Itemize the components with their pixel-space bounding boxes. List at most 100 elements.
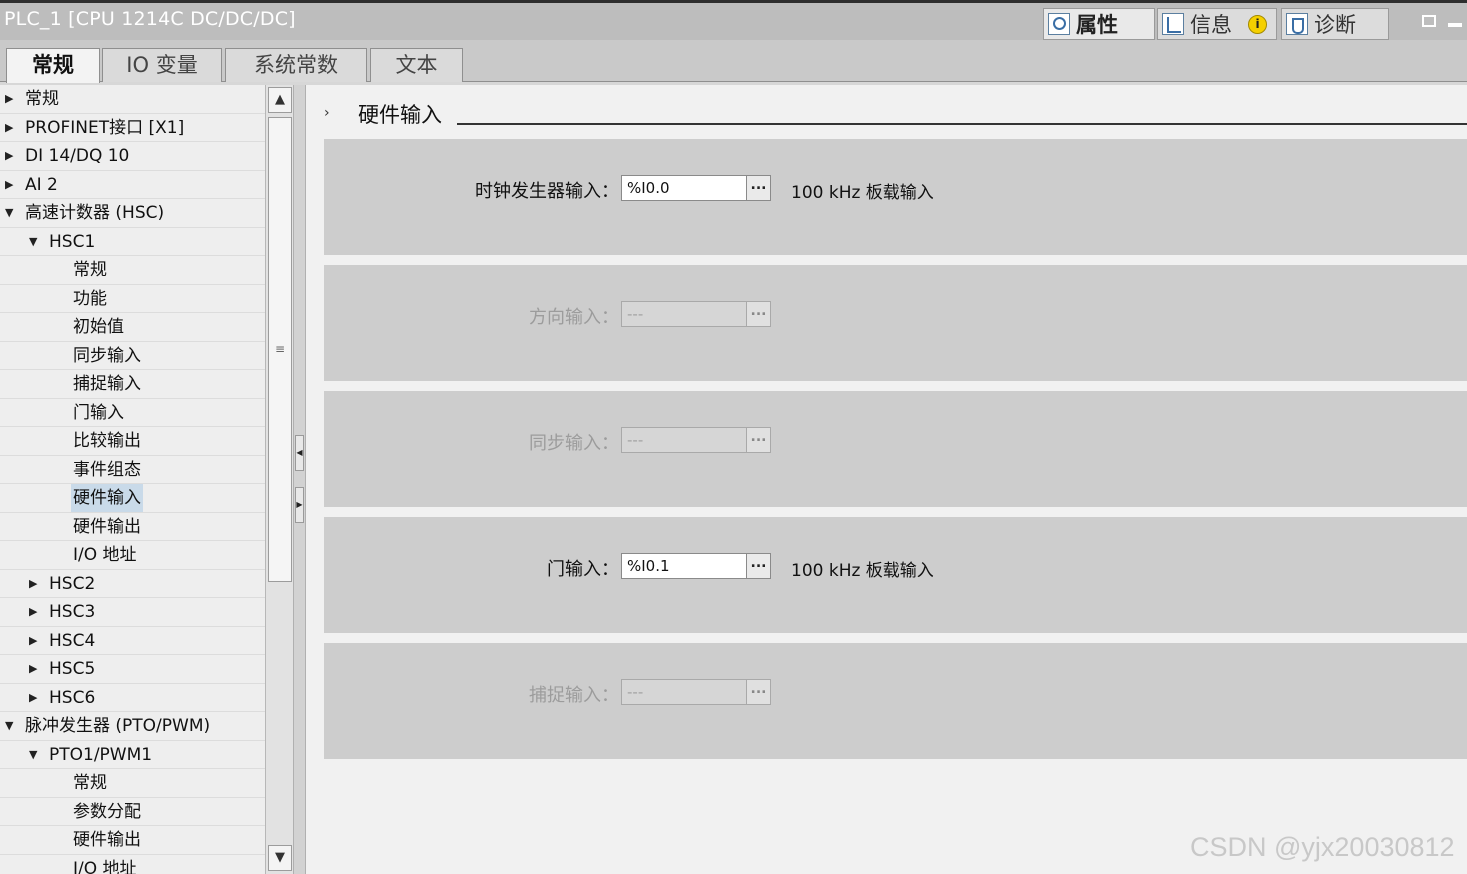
- direction-input-field[interactable]: --- ...: [621, 301, 771, 327]
- tree-item[interactable]: 硬件输出: [0, 513, 265, 541]
- tree-item[interactable]: I/O 地址: [0, 541, 265, 570]
- expanded-arrow-icon[interactable]: ▼: [29, 228, 41, 256]
- capture-input-field[interactable]: --- ...: [621, 679, 771, 705]
- restore-window-icon[interactable]: [1422, 15, 1436, 27]
- tree-item[interactable]: 门输入: [0, 399, 265, 427]
- tree-item[interactable]: 事件组态: [0, 456, 265, 484]
- tree-item[interactable]: 功能: [0, 285, 265, 313]
- tree-item[interactable]: ▶ HSC6: [0, 684, 265, 712]
- tree-item-label: 比较输出: [73, 431, 141, 451]
- collapsed-arrow-icon[interactable]: ▶: [29, 570, 41, 598]
- tree-item[interactable]: ▶ HSC2: [0, 570, 265, 598]
- tree-item[interactable]: ▼ HSC1: [0, 228, 265, 256]
- tree-item[interactable]: ▶ HSC3: [0, 598, 265, 627]
- tree-item-label: 常规: [73, 773, 107, 793]
- tab-diagnostics[interactable]: 诊断: [1281, 8, 1389, 40]
- tree-item[interactable]: ▶ PROFINET接口 [X1]: [0, 114, 265, 142]
- scroll-thumb[interactable]: ≡: [268, 117, 292, 582]
- tree-item-label: HSC4: [49, 630, 96, 651]
- tree-item[interactable]: 捕捉输入: [0, 370, 265, 399]
- info-badge-icon: i: [1248, 14, 1267, 34]
- tree-item-label: HSC3: [49, 602, 96, 622]
- tab-properties[interactable]: 属性: [1043, 8, 1155, 40]
- clock-input-field[interactable]: %I0.0 ...: [621, 175, 771, 201]
- tab-info[interactable]: 信息 i: [1157, 8, 1277, 40]
- scroll-down-button[interactable]: ▼: [268, 845, 292, 871]
- collapsed-arrow-icon[interactable]: ▶: [29, 598, 41, 626]
- window-title: PLC_1 [CPU 1214C DC/DC/DC]: [4, 8, 296, 30]
- capture-input-panel: 捕捉输入： --- ...: [324, 643, 1467, 759]
- expanded-arrow-icon[interactable]: ▼: [29, 741, 41, 769]
- clock-input-value: %I0.0: [627, 179, 670, 197]
- tree-item[interactable]: ▼ PTO1/PWM1: [0, 741, 265, 769]
- expanded-arrow-icon[interactable]: ▼: [5, 199, 17, 227]
- tree-item[interactable]: 常规: [0, 256, 265, 285]
- collapsed-arrow-icon[interactable]: ▶: [29, 655, 41, 683]
- tab-info-label: 信息: [1190, 13, 1232, 37]
- minimize-window-icon[interactable]: [1448, 23, 1462, 27]
- tree-item[interactable]: 同步输入: [0, 342, 265, 370]
- tree-item[interactable]: ▼ 脉冲发生器 (PTO/PWM): [0, 712, 265, 741]
- tree-item[interactable]: 初始值: [0, 313, 265, 342]
- tree-item-label: 门输入: [73, 402, 124, 423]
- gate-input-field[interactable]: %I0.1 ...: [621, 553, 771, 579]
- collapse-left-icon[interactable]: ◀: [295, 435, 304, 471]
- expand-right-icon[interactable]: ▶: [295, 487, 304, 523]
- tab-general[interactable]: 常规: [6, 48, 100, 83]
- collapsed-arrow-icon[interactable]: ▶: [29, 627, 41, 655]
- tree-item[interactable]: 硬件输入: [0, 484, 265, 513]
- info-icon: [1162, 13, 1184, 35]
- sync-input-field[interactable]: --- ...: [621, 427, 771, 453]
- gate-input-label: 门输入：: [547, 559, 619, 580]
- tree-item[interactable]: 比较输出: [0, 427, 265, 456]
- tree-scrollbar[interactable]: ▲ ≡ ▼: [265, 85, 293, 874]
- tree-item-label: 高速计数器 (HSC): [25, 203, 165, 223]
- tree-item[interactable]: 参数分配: [0, 798, 265, 826]
- main-content: › 硬件输入 时钟发生器输入： %I0.0 ... 100 kHz 板载输入 方…: [306, 85, 1467, 874]
- tree-item-label: I/O 地址: [73, 545, 137, 565]
- properties-icon: [1048, 13, 1070, 35]
- tree-item[interactable]: 硬件输出: [0, 826, 265, 855]
- capture-input-value: ---: [627, 683, 644, 701]
- tree-item-label: 初始值: [73, 317, 124, 337]
- sync-input-browse-button[interactable]: ...: [746, 428, 770, 452]
- tree-item-label: 脉冲发生器 (PTO/PWM): [25, 716, 211, 736]
- scroll-grip-icon: ≡: [275, 342, 286, 356]
- tab-io-tags[interactable]: IO 变量: [102, 48, 222, 82]
- tree-item[interactable]: I/O 地址: [0, 855, 265, 874]
- tab-diagnostics-label: 诊断: [1314, 13, 1356, 37]
- tree-item-label: 同步输入: [73, 345, 141, 366]
- capture-input-browse-button[interactable]: ...: [746, 680, 770, 704]
- direction-input-value: ---: [627, 305, 644, 323]
- tree-item[interactable]: ▶ 常规: [0, 85, 265, 114]
- direction-input-browse-button[interactable]: ...: [746, 302, 770, 326]
- tab-system-constants[interactable]: 系统常数: [225, 48, 367, 82]
- collapsed-arrow-icon[interactable]: ▶: [5, 142, 17, 170]
- diagnostics-icon: [1286, 13, 1308, 35]
- tree-item[interactable]: ▶ DI 14/DQ 10: [0, 142, 265, 171]
- section-divider: [457, 123, 1467, 125]
- clock-input-note: 100 kHz 板载输入: [791, 183, 934, 203]
- collapsed-arrow-icon[interactable]: ▶: [5, 114, 17, 142]
- tab-properties-label: 属性: [1076, 13, 1118, 37]
- tree-item[interactable]: ▶ HSC4: [0, 627, 265, 655]
- tab-texts[interactable]: 文本: [370, 48, 463, 82]
- collapsed-arrow-icon[interactable]: ▶: [5, 171, 17, 199]
- tree-item-label: DI 14/DQ 10: [25, 146, 130, 166]
- tree-item[interactable]: ▼ 高速计数器 (HSC): [0, 199, 265, 228]
- gate-input-note: 100 kHz 板载输入: [791, 561, 934, 581]
- section-collapse-icon[interactable]: ›: [324, 105, 330, 121]
- gate-input-browse-button[interactable]: ...: [746, 554, 770, 578]
- collapsed-arrow-icon[interactable]: ▶: [5, 85, 17, 113]
- tree-item-label: 常规: [25, 89, 59, 109]
- clock-input-browse-button[interactable]: ...: [746, 176, 770, 200]
- collapsed-arrow-icon[interactable]: ▶: [29, 684, 41, 712]
- tree-item[interactable]: ▶ HSC5: [0, 655, 265, 684]
- navigation-tree: ▶ 常规 ▶ PROFINET接口 [X1] ▶ DI 14/DQ 10 ▶ AI 2 ▼ 高速计…: [0, 85, 265, 874]
- panel-splitter[interactable]: ◀ ▶: [293, 85, 306, 874]
- tree-item[interactable]: 常规: [0, 769, 265, 798]
- scroll-up-button[interactable]: ▲: [268, 87, 292, 113]
- direction-input-panel: 方向输入： --- ...: [324, 265, 1467, 381]
- expanded-arrow-icon[interactable]: ▼: [5, 712, 17, 740]
- tree-item[interactable]: ▶ AI 2: [0, 171, 265, 199]
